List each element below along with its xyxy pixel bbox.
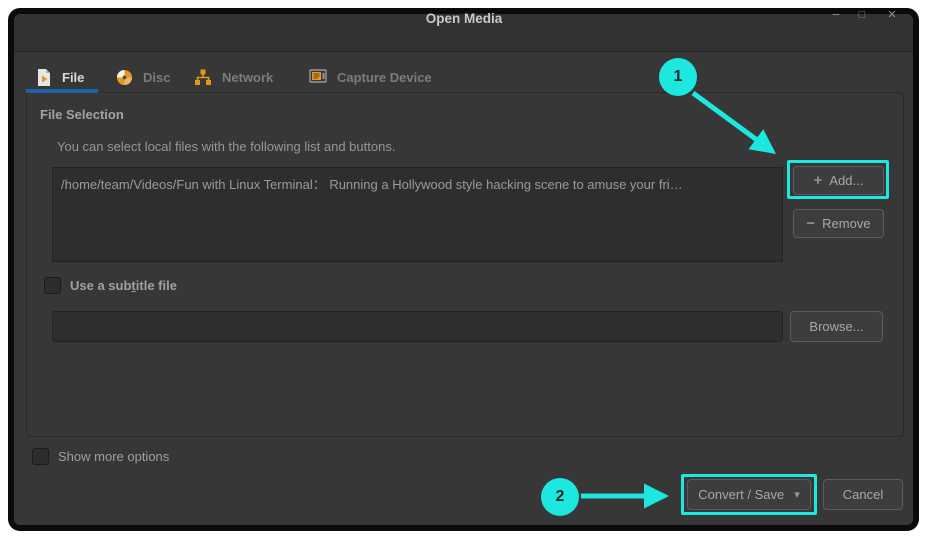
- tab-disc[interactable]: Disc: [116, 64, 170, 90]
- tab-network-label: Network: [222, 69, 274, 85]
- tab-capture-device[interactable]: Capture Device: [309, 64, 432, 90]
- maximize-icon[interactable]: □: [852, 9, 872, 21]
- cancel-button[interactable]: Cancel: [823, 479, 903, 510]
- cancel-button-label: Cancel: [842, 487, 884, 502]
- capture-device-icon: [309, 69, 327, 85]
- add-button[interactable]: + Add...: [793, 166, 884, 195]
- annotation-step-1: 1: [659, 58, 697, 96]
- annotation-step-2: 2: [541, 478, 579, 516]
- browse-button-label: Browse...: [809, 319, 864, 334]
- subtitle-file-input[interactable]: [52, 311, 783, 342]
- browse-button[interactable]: Browse...: [790, 311, 883, 342]
- minimize-icon[interactable]: −: [826, 6, 846, 22]
- file-media-icon: [36, 68, 52, 87]
- use-subtitle-checkbox[interactable]: [44, 277, 61, 294]
- add-button-label: Add...: [829, 173, 864, 188]
- remove-button[interactable]: − Remove: [793, 209, 884, 238]
- tab-capture-label: Capture Device: [337, 69, 432, 85]
- file-selection-description: You can select local files with the foll…: [57, 139, 396, 154]
- minus-icon: −: [806, 215, 816, 232]
- remove-button-label: Remove: [822, 216, 871, 231]
- disc-icon: [116, 69, 133, 86]
- file-selection-heading: File Selection: [40, 107, 124, 122]
- tab-file-label: File: [62, 69, 85, 85]
- network-icon: [194, 69, 212, 86]
- tab-network[interactable]: Network: [194, 64, 273, 90]
- tab-disc-label: Disc: [143, 69, 171, 85]
- active-tab-underline: [26, 89, 98, 93]
- file-list[interactable]: /home/team/Videos/Fun with Linux Termina…: [52, 167, 783, 262]
- show-more-options-label: Show more options: [58, 449, 170, 464]
- show-more-options-checkbox[interactable]: [32, 448, 49, 465]
- close-icon[interactable]: ×: [882, 6, 902, 23]
- tab-file[interactable]: File: [36, 64, 84, 90]
- convert-save-button[interactable]: Convert / Save ▾: [687, 479, 811, 510]
- plus-icon: +: [813, 172, 823, 189]
- file-list-item[interactable]: /home/team/Videos/Fun with Linux Termina…: [53, 168, 782, 199]
- chevron-down-icon: ▾: [794, 489, 800, 501]
- window-title: Open Media: [425, 11, 503, 26]
- use-subtitle-label: Use a subtitle file: [70, 278, 177, 293]
- convert-save-label: Convert / Save: [698, 487, 785, 502]
